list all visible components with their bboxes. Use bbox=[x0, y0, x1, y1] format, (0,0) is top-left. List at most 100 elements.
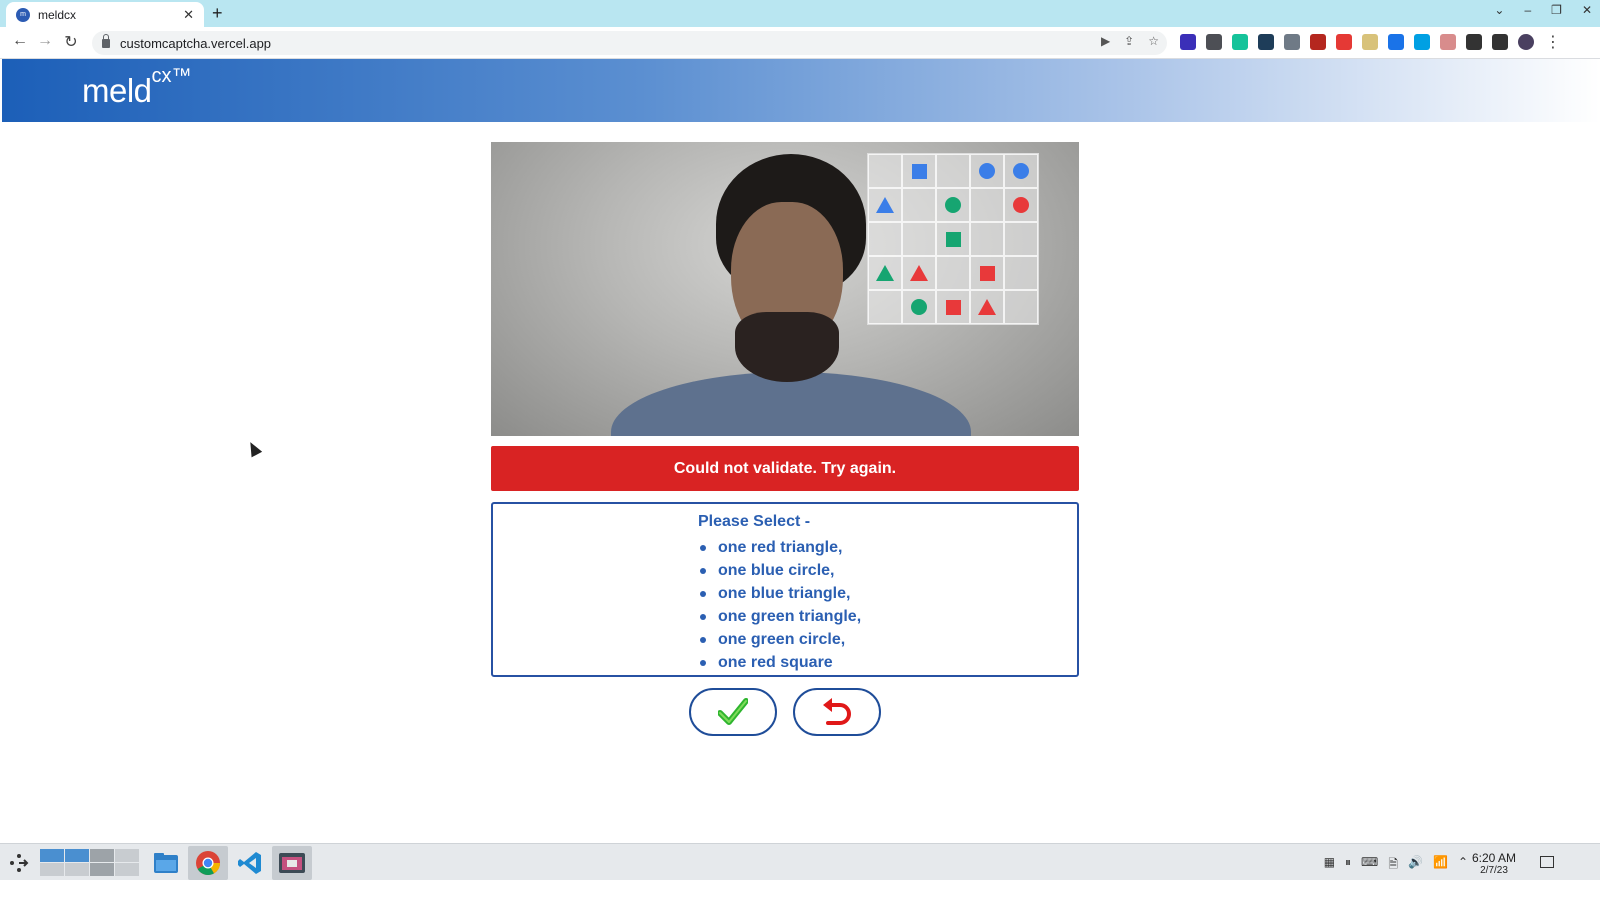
grid-cell[interactable] bbox=[970, 290, 1004, 324]
grid-cell[interactable] bbox=[1004, 256, 1038, 290]
media-icon[interactable]: ⏸ bbox=[1345, 855, 1351, 876]
new-tab-button[interactable]: + bbox=[212, 3, 223, 24]
grid-cell[interactable] bbox=[936, 256, 970, 290]
grid-cell[interactable] bbox=[868, 256, 902, 290]
grid-cell[interactable] bbox=[902, 154, 936, 188]
grid-cell[interactable] bbox=[868, 188, 902, 222]
file-manager-icon[interactable] bbox=[146, 846, 186, 880]
camera-indicator-icon[interactable]: ▶ bbox=[1101, 34, 1110, 48]
mouse-cursor bbox=[245, 439, 263, 458]
grid-cell[interactable] bbox=[902, 256, 936, 290]
circle-icon bbox=[1013, 163, 1029, 179]
notes-icon[interactable] bbox=[1362, 34, 1378, 50]
circle-icon bbox=[911, 299, 927, 315]
tab-strip: m meldcx ✕ + ⌄ – ❐ ✕ bbox=[0, 0, 1600, 27]
meldcx-logo: meldcx™ bbox=[82, 65, 192, 110]
show-desktop-icon[interactable] bbox=[1540, 856, 1554, 868]
instruction-item: one red triangle, bbox=[698, 536, 861, 559]
circle-icon bbox=[1013, 197, 1029, 213]
tray-expand-icon[interactable]: ⌃ bbox=[1458, 855, 1468, 876]
browser-tab[interactable]: m meldcx ✕ bbox=[6, 2, 204, 27]
undo-arrow-icon bbox=[823, 698, 851, 725]
url-text[interactable]: customcaptcha.vercel.app bbox=[120, 36, 271, 51]
extension-11-icon[interactable] bbox=[1440, 34, 1456, 50]
virtual-desktops[interactable] bbox=[40, 849, 139, 876]
clock[interactable]: 6:20 AM 2/7/23 bbox=[1472, 851, 1516, 876]
forward-icon[interactable]: → bbox=[35, 32, 55, 50]
logo-sup-text: cx™ bbox=[151, 65, 192, 87]
wifi-icon[interactable]: 📶 bbox=[1433, 855, 1448, 876]
share-icon[interactable]: ⇪ bbox=[1124, 34, 1134, 48]
grid-cell[interactable] bbox=[936, 290, 970, 324]
grid-cell[interactable] bbox=[936, 154, 970, 188]
screenshot-icon[interactable] bbox=[1388, 34, 1404, 50]
extension-2-icon[interactable] bbox=[1206, 34, 1222, 50]
vscode-icon[interactable] bbox=[230, 846, 270, 880]
instruction-item: one blue circle, bbox=[698, 559, 861, 582]
retry-button[interactable] bbox=[793, 688, 881, 736]
extension-10-icon[interactable] bbox=[1414, 34, 1430, 50]
site-header bbox=[2, 59, 1600, 122]
validate-button[interactable] bbox=[689, 688, 777, 736]
ublock-icon[interactable] bbox=[1310, 34, 1326, 50]
grid-cell[interactable] bbox=[902, 188, 936, 222]
address-bar[interactable]: customcaptcha.vercel.app ▶ ⇪ ☆ bbox=[92, 31, 1167, 55]
clock-date: 2/7/23 bbox=[1480, 865, 1508, 876]
bookmark-star-icon[interactable]: ☆ bbox=[1148, 34, 1159, 48]
minimize-icon[interactable]: – bbox=[1524, 3, 1531, 17]
grid-cell[interactable] bbox=[868, 222, 902, 256]
grammarly-icon[interactable] bbox=[1232, 34, 1248, 50]
tab-search-icon[interactable]: ⌄ bbox=[1494, 3, 1504, 17]
terminal-icon[interactable]: ⌨ bbox=[1361, 855, 1378, 876]
extension-5-icon[interactable] bbox=[1284, 34, 1300, 50]
instruction-item: one blue triangle, bbox=[698, 582, 861, 605]
grid-cell[interactable] bbox=[1004, 188, 1038, 222]
square-icon bbox=[945, 299, 961, 315]
profile-avatar-icon[interactable] bbox=[1518, 34, 1534, 50]
grid-cell[interactable] bbox=[902, 290, 936, 324]
instruction-item: one green circle, bbox=[698, 628, 861, 651]
grid-cell[interactable] bbox=[936, 222, 970, 256]
clipboard-icon[interactable]: ▦ bbox=[1324, 855, 1335, 876]
lock-icon[interactable] bbox=[102, 33, 110, 48]
square-icon bbox=[979, 265, 995, 281]
browser-menu-icon[interactable]: ⋮ bbox=[1543, 32, 1563, 52]
extension-4-icon[interactable] bbox=[1258, 34, 1274, 50]
notes-tray-icon[interactable]: 🗎 bbox=[1388, 855, 1398, 876]
grid-cell[interactable] bbox=[902, 222, 936, 256]
volume-icon[interactable]: 🔊 bbox=[1408, 855, 1423, 876]
circle-icon bbox=[945, 197, 961, 213]
grid-cell[interactable] bbox=[970, 154, 1004, 188]
screenshot-app-icon[interactable] bbox=[272, 846, 312, 880]
circle-icon bbox=[979, 163, 995, 179]
grid-cell[interactable] bbox=[970, 222, 1004, 256]
puzzle-icon[interactable] bbox=[1466, 34, 1482, 50]
square-icon bbox=[911, 163, 927, 179]
grid-cell[interactable] bbox=[868, 154, 902, 188]
grid-cell[interactable] bbox=[1004, 290, 1038, 324]
extension-1-icon[interactable] bbox=[1180, 34, 1196, 50]
sidepanel-icon[interactable] bbox=[1492, 34, 1508, 50]
back-icon[interactable]: ← bbox=[10, 32, 30, 50]
taskbar: ▦ ⏸ ⌨ 🗎 🔊 📶 ⌃ 6:20 AM 2/7/23 bbox=[0, 843, 1600, 880]
person-beard bbox=[735, 312, 839, 382]
reload-icon[interactable]: ↻ bbox=[61, 32, 81, 52]
system-tray: ▦ ⏸ ⌨ 🗎 🔊 📶 ⌃ bbox=[1324, 855, 1468, 876]
grid-cell[interactable] bbox=[936, 188, 970, 222]
record-icon[interactable] bbox=[1336, 34, 1352, 50]
triangle-icon bbox=[876, 265, 894, 281]
tab-close-icon[interactable]: ✕ bbox=[183, 7, 194, 23]
square-icon bbox=[945, 231, 961, 247]
checkmark-icon bbox=[718, 698, 748, 725]
chrome-taskbar-icon[interactable] bbox=[188, 846, 228, 880]
grid-cell[interactable] bbox=[1004, 222, 1038, 256]
error-message: Could not validate. Try again. bbox=[491, 446, 1079, 491]
app-launcher-icon[interactable] bbox=[8, 853, 30, 873]
camera-feed bbox=[491, 142, 1079, 436]
close-window-icon[interactable]: ✕ bbox=[1582, 3, 1592, 17]
grid-cell[interactable] bbox=[970, 256, 1004, 290]
grid-cell[interactable] bbox=[1004, 154, 1038, 188]
grid-cell[interactable] bbox=[970, 188, 1004, 222]
restore-icon[interactable]: ❐ bbox=[1551, 3, 1562, 17]
grid-cell[interactable] bbox=[868, 290, 902, 324]
